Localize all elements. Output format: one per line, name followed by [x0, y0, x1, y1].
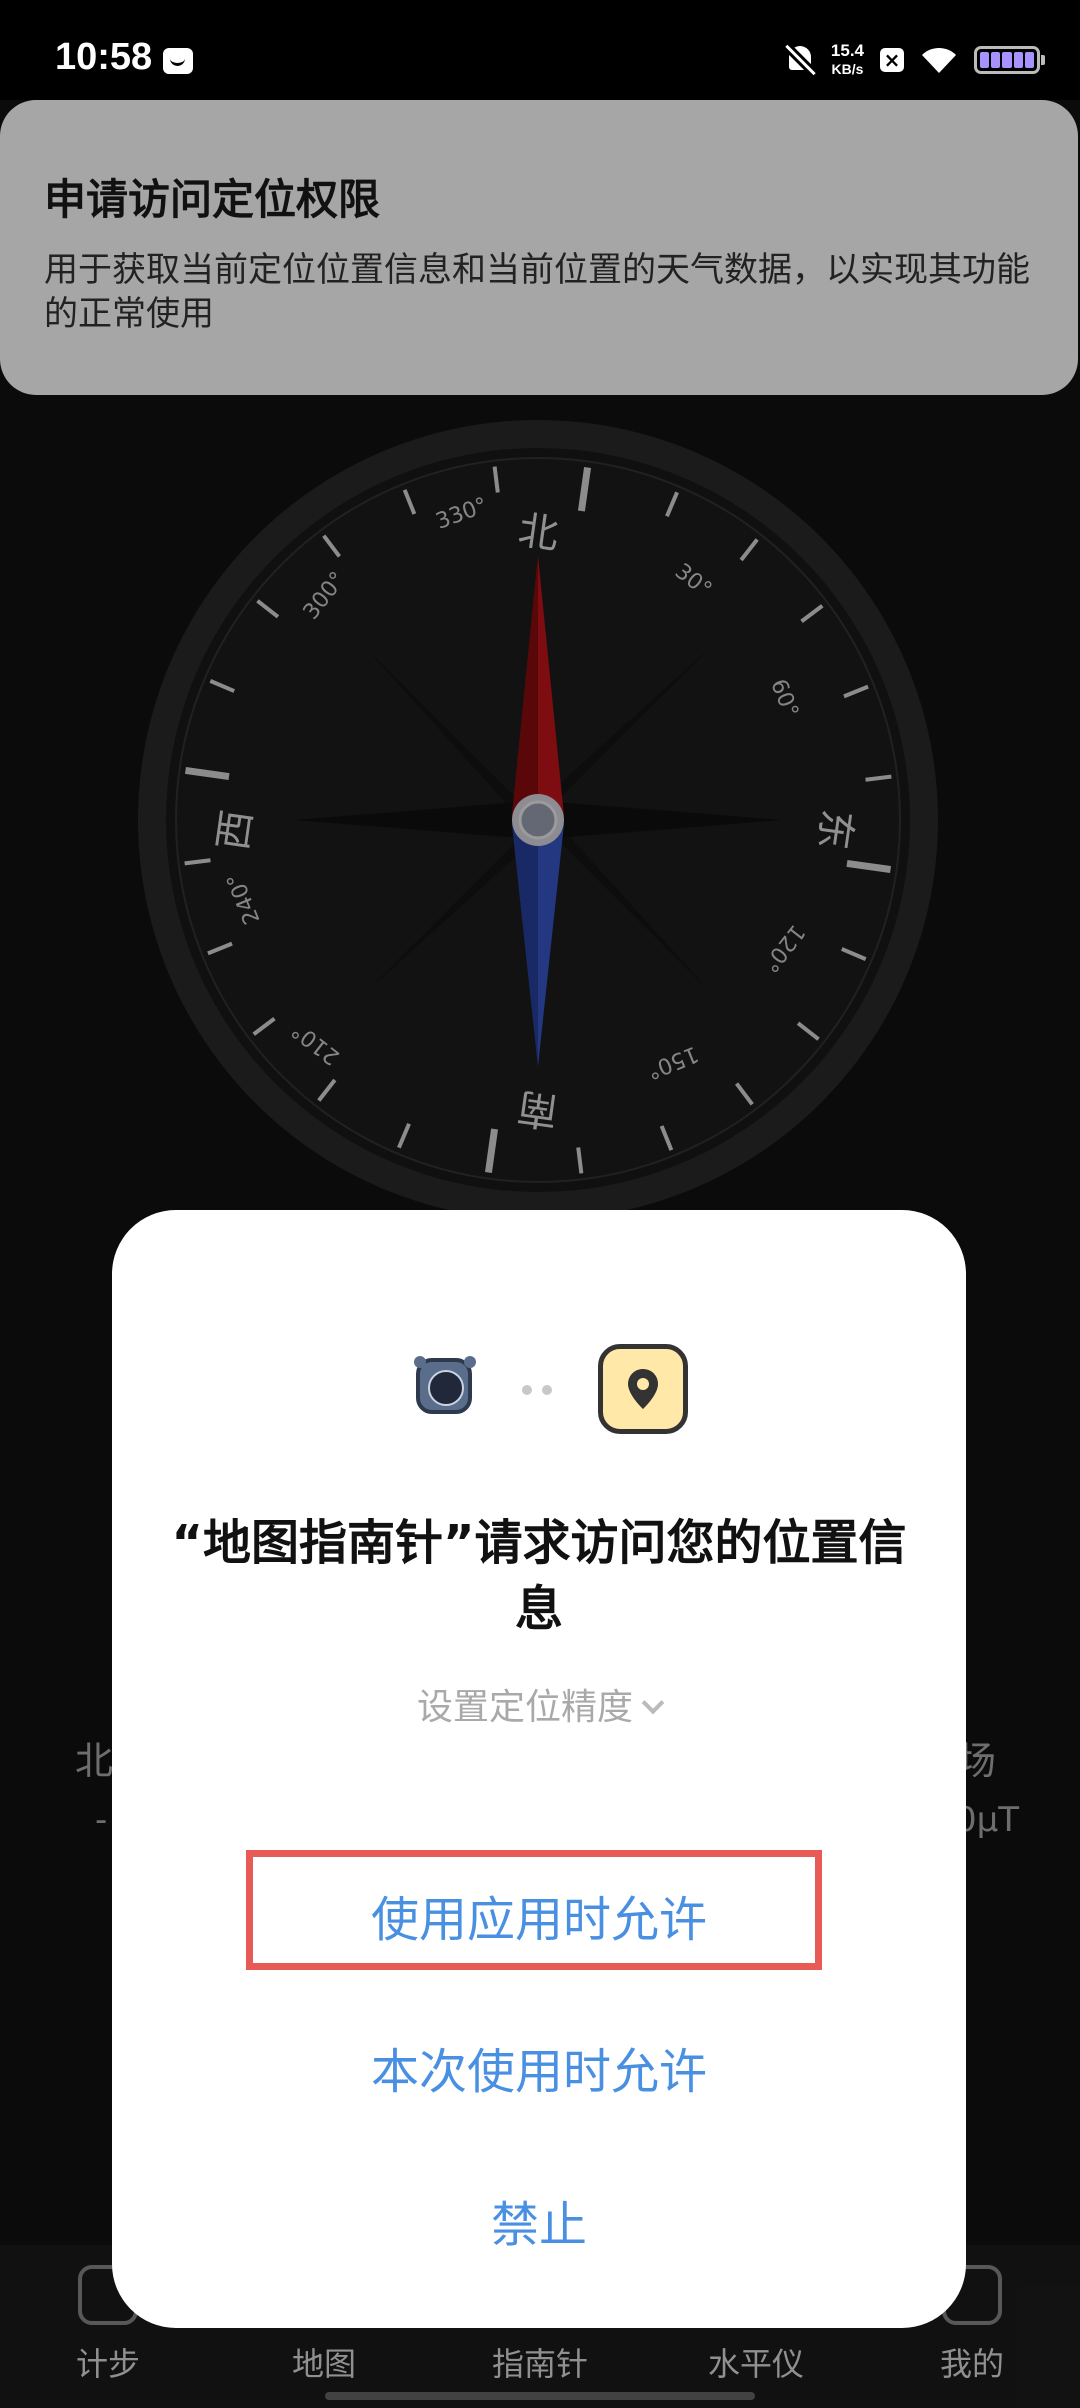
- app-compass-icon: [414, 1356, 472, 1414]
- location-permission-dialog: “地图指南针”请求访问您的位置信息 设置定位精度 使用应用时允许 本次使用时允许…: [112, 1210, 966, 2328]
- mute-bell-icon: [785, 44, 815, 76]
- chevron-down-icon: [641, 1691, 665, 1715]
- status-time: 10:58: [55, 36, 153, 78]
- connector-dots: [522, 1385, 552, 1395]
- allow-this-time-button[interactable]: 本次使用时允许: [112, 2032, 966, 2102]
- permission-explanation-banner: 申请访问定位权限 用于获取当前定位位置信息和当前位置的天气数据，以实现其功能的正…: [0, 100, 1078, 395]
- network-speed: 15.4 KB/s: [831, 42, 864, 78]
- precision-label: 设置定位精度: [416, 1687, 633, 1728]
- location-precision-toggle[interactable]: 设置定位精度: [112, 1678, 966, 1730]
- network-speed-value: 15.4: [830, 41, 864, 60]
- permission-banner-title: 申请访问定位权限: [44, 175, 381, 224]
- wifi-icon: [920, 45, 958, 75]
- location-pin-icon: [598, 1344, 688, 1434]
- permission-banner-description: 用于获取当前定位位置信息和当前位置的天气数据，以实现其功能的正常使用: [44, 250, 1030, 334]
- dialog-title: “地图指南针”请求访问您的位置信息: [171, 1515, 907, 1637]
- network-speed-unit: KB/s: [831, 61, 864, 77]
- allow-while-using-button[interactable]: 使用应用时允许: [112, 1880, 966, 1950]
- deny-button[interactable]: 禁止: [112, 2185, 966, 2255]
- close-app-icon: ×: [880, 48, 904, 72]
- message-notification-icon: [163, 48, 193, 74]
- battery-icon: [974, 46, 1045, 74]
- status-bar: 10:58 15.4 KB/s ×: [0, 0, 1080, 100]
- status-icons: 15.4 KB/s ×: [785, 40, 1045, 80]
